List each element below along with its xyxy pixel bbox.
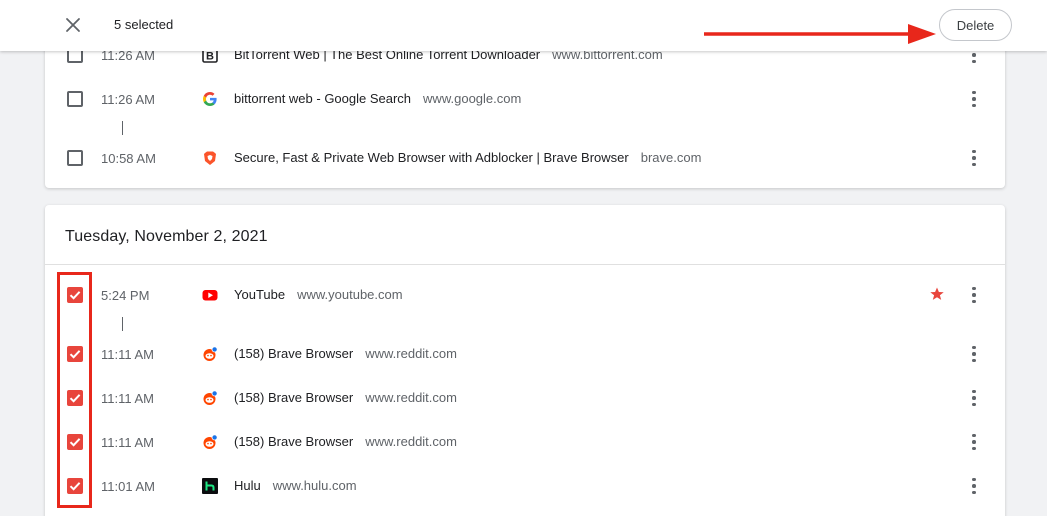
page-title-link[interactable]: YouTube bbox=[234, 287, 285, 302]
visit-time: 11:26 AM bbox=[101, 92, 155, 107]
reddit-icon bbox=[202, 346, 218, 362]
date-title: Tuesday, November 2, 2021 bbox=[65, 228, 268, 245]
page-domain: www.google.com bbox=[423, 91, 522, 106]
page-domain: www.reddit.com bbox=[365, 346, 457, 361]
brave-icon bbox=[202, 150, 218, 166]
more-actions-icon[interactable] bbox=[966, 344, 982, 364]
more-actions-icon[interactable] bbox=[966, 285, 982, 305]
page-domain: www.reddit.com bbox=[365, 390, 457, 405]
bookmark-star-icon[interactable] bbox=[929, 286, 945, 302]
page-domain: www.reddit.com bbox=[365, 434, 457, 449]
youtube-icon bbox=[202, 287, 218, 303]
page-title-link[interactable]: Secure, Fast & Private Web Browser with … bbox=[234, 150, 629, 165]
close-icon[interactable] bbox=[61, 13, 85, 37]
page-title-link[interactable]: (158) Brave Browser bbox=[234, 346, 353, 361]
page-domain: www.youtube.com bbox=[297, 287, 403, 302]
more-actions-icon[interactable] bbox=[966, 388, 982, 408]
reddit-icon bbox=[202, 434, 218, 450]
history-row[interactable]: 11:11 AM (158) Brave Browser www.reddit.c… bbox=[45, 378, 1005, 418]
history-row[interactable]: 11:11 AM (158) Brave Browser www.reddit.c… bbox=[45, 422, 1005, 462]
delete-button[interactable]: Delete bbox=[939, 9, 1012, 41]
visit-time: 5:24 PM bbox=[101, 288, 150, 303]
visit-time: 11:11 AM bbox=[101, 347, 154, 362]
more-actions-icon[interactable] bbox=[966, 89, 982, 109]
history-row[interactable]: 10:58 AM Secure, Fast & Private Web Brow… bbox=[45, 138, 1005, 178]
page-title-link[interactable]: (158) Brave Browser bbox=[234, 390, 353, 405]
row-checkbox-checked[interactable] bbox=[67, 287, 83, 303]
row-checkbox[interactable] bbox=[67, 150, 83, 166]
history-row[interactable]: 5:24 PM YouTube www.youtube.com bbox=[45, 275, 1005, 315]
row-checkbox-checked[interactable] bbox=[67, 434, 83, 450]
page-domain: brave.com bbox=[640, 150, 702, 165]
page-title-link[interactable]: (158) Brave Browser bbox=[234, 434, 353, 449]
page-domain: www.hulu.com bbox=[272, 478, 357, 493]
visit-time: 11:11 AM bbox=[101, 435, 154, 450]
annotation-arrow-icon bbox=[704, 24, 936, 44]
row-checkbox-checked[interactable] bbox=[67, 346, 83, 362]
timeline-connector bbox=[122, 121, 123, 135]
history-row[interactable]: 11:26 AM bittorrent web - Google Search w… bbox=[45, 79, 1005, 119]
page-title-link[interactable]: bittorrent web - Google Search bbox=[234, 91, 411, 106]
google-icon bbox=[202, 91, 218, 107]
timeline-connector bbox=[122, 317, 123, 331]
visit-time: 10:58 AM bbox=[101, 151, 156, 166]
history-row[interactable]: 11:01 AM Hulu www.hulu.com bbox=[45, 466, 1005, 506]
visit-time: 11:01 AM bbox=[101, 479, 155, 494]
more-actions-icon[interactable] bbox=[966, 148, 982, 168]
more-actions-icon[interactable] bbox=[966, 476, 982, 496]
page-title-link[interactable]: Hulu bbox=[234, 478, 261, 493]
date-header: Tuesday, November 2, 2021 bbox=[45, 205, 1005, 265]
history-group-card: 11:26 AM B BitTorrent Web | The Best Onl… bbox=[45, 30, 1005, 188]
row-checkbox-checked[interactable] bbox=[67, 478, 83, 494]
hulu-icon bbox=[202, 478, 218, 494]
visit-time: 11:11 AM bbox=[101, 391, 154, 406]
row-checkbox[interactable] bbox=[67, 91, 83, 107]
more-actions-icon[interactable] bbox=[966, 432, 982, 452]
history-group-card: Tuesday, November 2, 2021 5:24 PM YouTub… bbox=[45, 205, 1005, 516]
svg-text:B: B bbox=[206, 50, 214, 62]
history-row[interactable]: 11:11 AM (158) Brave Browser www.reddit.c… bbox=[45, 334, 1005, 374]
row-checkbox-checked[interactable] bbox=[67, 390, 83, 406]
selected-count: 5 selected bbox=[114, 17, 174, 32]
reddit-icon bbox=[202, 390, 218, 406]
